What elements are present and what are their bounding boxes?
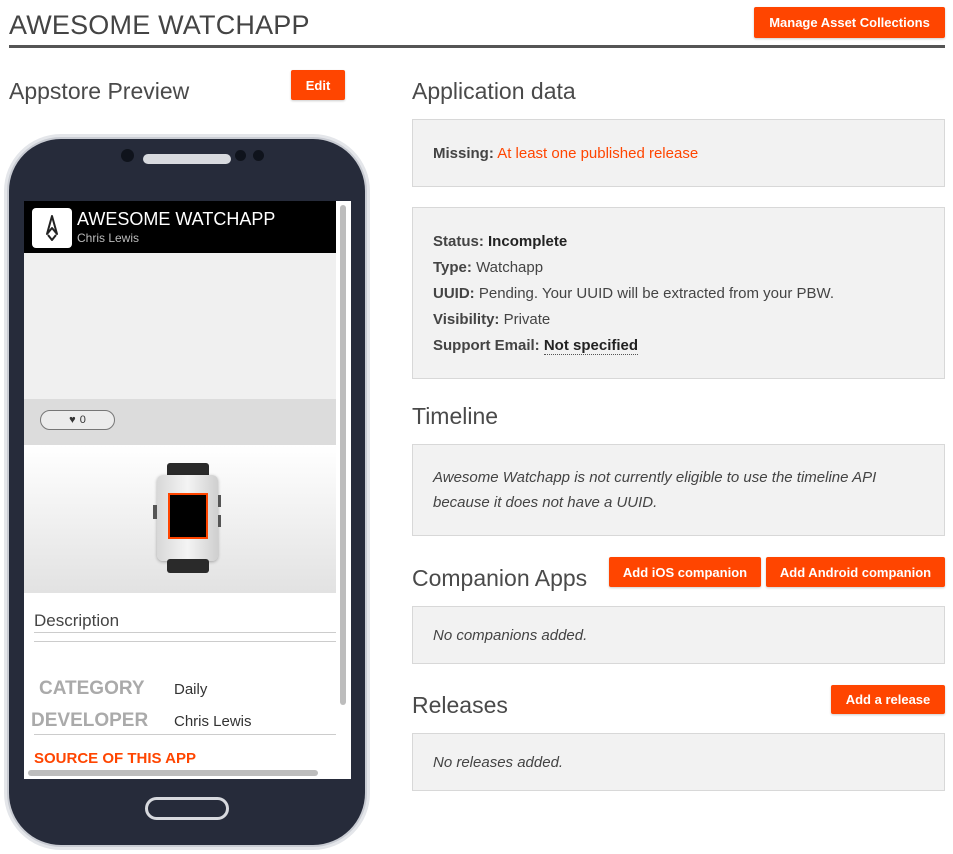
support-email-label: Support Email:	[433, 337, 540, 354]
watch-screen	[168, 493, 208, 539]
timeline-heading: Timeline	[412, 403, 499, 429]
vertical-scrollbar[interactable]	[340, 205, 346, 705]
watch-strap-bottom	[167, 559, 209, 573]
horizontal-scrollbar[interactable]	[28, 770, 318, 776]
type-value: Watchapp	[476, 259, 544, 276]
app-author: Chris Lewis	[77, 231, 140, 245]
missing-value: At least one published release	[497, 145, 699, 162]
type-row: Type: Watchapp	[433, 259, 543, 276]
uuid-row: UUID: Pending. Your UUID will be extract…	[433, 285, 834, 302]
timeline-message-line1: Awesome Watchapp is not currently eligib…	[433, 469, 877, 486]
support-email-row: Support Email: Not specified	[433, 337, 639, 355]
details-divider	[34, 734, 336, 735]
phone-sensor-icon	[235, 150, 246, 161]
timeline-panel: Awesome Watchapp is not currently eligib…	[412, 444, 945, 536]
title-divider	[9, 45, 945, 48]
app-header-bar: AWESOME WATCHAPP Chris Lewis	[24, 201, 336, 253]
watch-image	[153, 475, 221, 561]
uuid-value: Pending. Your UUID will be extracted fro…	[478, 285, 835, 302]
category-value: Daily	[174, 681, 208, 698]
app-preview-screen[interactable]: AWESOME WATCHAPP Chris Lewis ♥ 0 Descrip…	[24, 201, 351, 779]
timeline-message-line2: because it does not have a UUID.	[433, 494, 658, 511]
companions-empty-text: No companions added.	[433, 627, 588, 644]
add-android-companion-button[interactable]: Add Android companion	[766, 557, 945, 587]
missing-panel: Missing: At least one published release	[412, 119, 945, 187]
app-screenshot-area	[24, 445, 336, 593]
missing-label: Missing:	[433, 145, 494, 162]
description-divider	[34, 641, 336, 642]
releases-heading: Releases	[412, 692, 508, 718]
companion-apps-heading: Companion Apps	[412, 565, 588, 591]
source-link[interactable]: SOURCE OF THIS APP	[34, 750, 196, 767]
app-icon	[32, 208, 72, 248]
heart-count: 0	[79, 414, 86, 426]
status-row: Status: Incomplete	[433, 233, 567, 250]
heart-icon: ♥	[69, 414, 76, 426]
appstore-preview-heading: Appstore Preview	[9, 78, 190, 104]
companions-panel: No companions added.	[412, 606, 945, 664]
category-label: CATEGORY	[39, 678, 145, 699]
app-banner	[24, 253, 336, 399]
releases-panel: No releases added.	[412, 733, 945, 791]
developer-label: DEVELOPER	[31, 710, 149, 731]
add-release-button[interactable]: Add a release	[831, 685, 945, 714]
application-data-heading: Application data	[412, 78, 576, 104]
status-value: Incomplete	[488, 233, 568, 250]
hearts-bar: ♥ 0	[24, 399, 336, 445]
type-label: Type:	[433, 259, 472, 276]
status-label: Status:	[433, 233, 484, 250]
manage-asset-collections-button[interactable]: Manage Asset Collections	[754, 7, 945, 38]
description-label: Description	[34, 611, 120, 630]
description-divider	[34, 632, 336, 633]
app-details-panel: Status: Incomplete Type: Watchapp UUID: …	[412, 207, 945, 379]
watch-button-right	[218, 515, 221, 527]
developer-value: Chris Lewis	[174, 713, 252, 730]
edit-button[interactable]: Edit	[291, 70, 345, 100]
visibility-row: Visibility: Private	[433, 311, 550, 328]
missing-row: Missing: At least one published release	[433, 145, 698, 162]
heart-button[interactable]: ♥ 0	[40, 410, 115, 430]
visibility-label: Visibility:	[433, 311, 500, 328]
watch-button-left	[153, 505, 157, 519]
phone-camera-icon	[121, 149, 134, 162]
support-email-value[interactable]: Not specified	[543, 337, 639, 355]
visibility-value: Private	[503, 311, 551, 328]
uuid-label: UUID:	[433, 285, 475, 302]
add-ios-companion-button[interactable]: Add iOS companion	[609, 557, 761, 587]
phone-sensor-icon	[253, 150, 264, 161]
phone-speaker	[143, 154, 231, 164]
releases-empty-text: No releases added.	[433, 754, 564, 771]
page-title: AWESOME WATCHAPP	[9, 10, 310, 40]
app-name: AWESOME WATCHAPP	[77, 209, 276, 229]
phone-home-button	[145, 797, 229, 820]
watch-button-right	[218, 495, 221, 507]
